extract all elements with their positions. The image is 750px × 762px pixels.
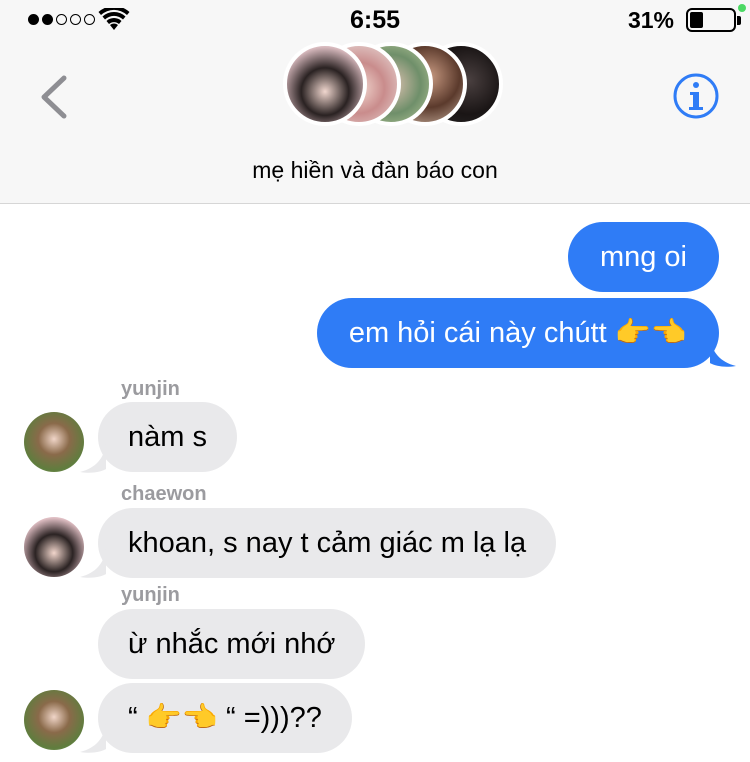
avatar xyxy=(283,42,367,126)
info-icon[interactable] xyxy=(672,72,720,120)
message-text: mng oi xyxy=(599,241,687,273)
bubble-tail xyxy=(710,338,736,367)
bubble-tail xyxy=(80,444,106,473)
chat-header: 6:55 31% mẹ hiền và đàn báo con xyxy=(0,0,750,204)
sender-name: yunjin xyxy=(121,378,180,400)
battery-percent: 31% xyxy=(627,7,674,33)
status-indicator-dot xyxy=(738,4,746,12)
message-text: em hỏi cái này chútt 👉👈 xyxy=(348,317,687,349)
incoming-message-bubble[interactable]: ừ nhắc mới nhớ xyxy=(98,609,366,679)
bubble-tail xyxy=(80,549,106,578)
incoming-message-bubble[interactable]: “ 👉👈 “ =)))?? xyxy=(98,683,352,753)
message-text: khoan, s nay t cảm giác m lạ lạ xyxy=(128,527,527,559)
outgoing-message-bubble[interactable]: em hỏi cái này chútt 👉👈 xyxy=(316,298,719,368)
outgoing-message-bubble[interactable]: mng oi xyxy=(567,222,719,292)
battery-icon xyxy=(686,8,741,32)
group-name[interactable]: mẹ hiền và đàn báo con xyxy=(0,157,750,184)
avatar[interactable] xyxy=(24,690,84,750)
message-text: nàm s xyxy=(128,421,207,453)
avatar[interactable] xyxy=(24,412,84,472)
sender-name: chaewon xyxy=(121,483,207,505)
avatar[interactable] xyxy=(24,517,84,577)
message-text: “ 👉👈 “ =)))?? xyxy=(128,702,322,734)
incoming-message-bubble[interactable]: nàm s xyxy=(98,402,237,472)
message-text: ừ nhắc mới nhớ xyxy=(128,628,336,660)
bubble-tail xyxy=(80,724,106,753)
message-list: mng oi em hỏi cái này chútt 👉👈 yunjin nà… xyxy=(0,204,750,762)
incoming-message-bubble[interactable]: khoan, s nay t cảm giác m lạ lạ xyxy=(98,508,557,578)
status-bar: 6:55 31% xyxy=(0,0,750,40)
back-chevron-icon[interactable] xyxy=(36,72,70,122)
group-avatars[interactable] xyxy=(283,42,503,130)
sender-name: yunjin xyxy=(121,584,180,606)
